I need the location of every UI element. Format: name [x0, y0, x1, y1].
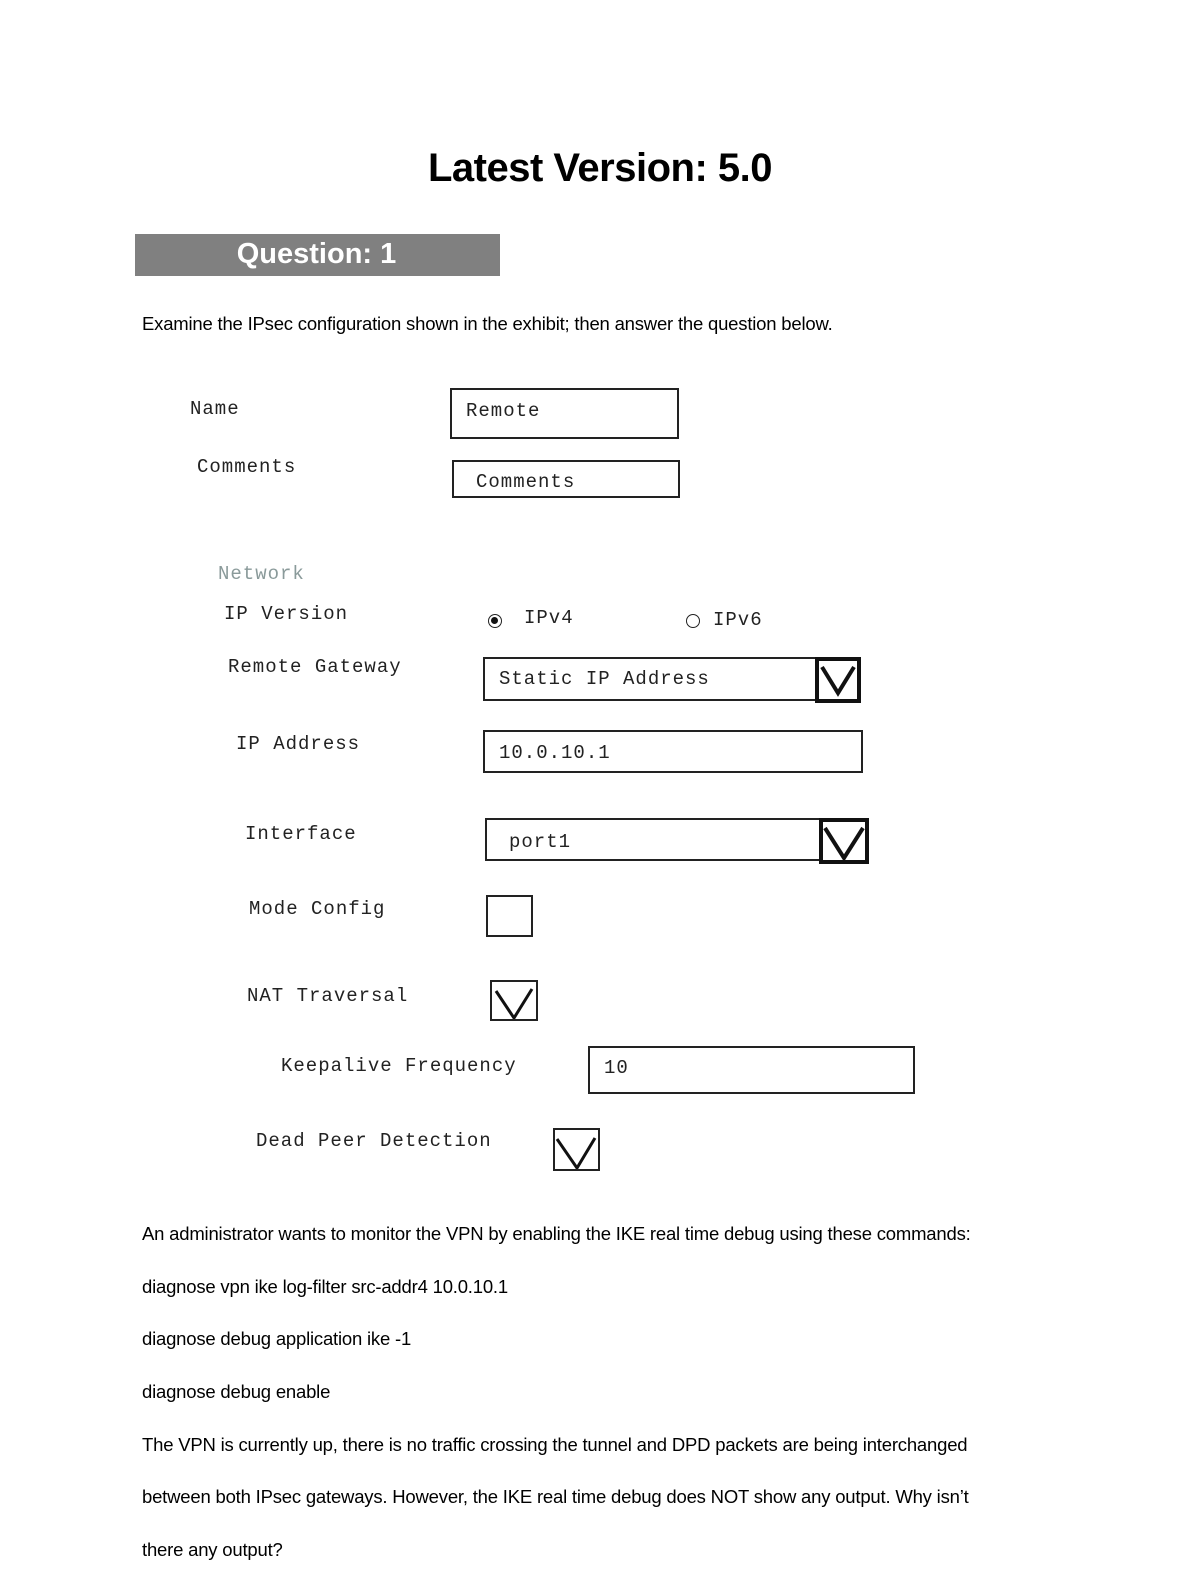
- mode-config-label: Mode Config: [249, 898, 386, 920]
- keepalive-frequency-value: 10: [604, 1057, 629, 1079]
- ipv4-label: IPv4: [524, 607, 574, 629]
- question-body: An administrator wants to monitor the VP…: [142, 1195, 1082, 1589]
- ip-version-label: IP Version: [224, 603, 349, 625]
- name-input[interactable]: Remote: [450, 388, 679, 439]
- ip-address-value: 10.0.10.1: [499, 742, 611, 764]
- keepalive-frequency-label: Keepalive Frequency: [281, 1055, 517, 1077]
- ip-address-input[interactable]: 10.0.10.1: [483, 730, 863, 773]
- chevron-down-icon[interactable]: [819, 818, 869, 864]
- mode-config-checkbox[interactable]: [486, 895, 533, 937]
- command-line: diagnose debug enable: [142, 1381, 331, 1403]
- ip-address-label: IP Address: [236, 733, 361, 755]
- ipv6-radio[interactable]: IPv6: [686, 609, 786, 635]
- radio-unselected-icon: [686, 614, 700, 628]
- comments-label: Comments: [197, 456, 297, 478]
- intro-text: Examine the IPsec configuration shown in…: [142, 313, 833, 334]
- ipv4-radio[interactable]: IPv4: [488, 607, 588, 635]
- command-line: diagnose vpn ike log-filter src-addr4 10…: [142, 1275, 508, 1297]
- page-title: Latest Version: 5.0: [428, 146, 772, 190]
- interface-value: port1: [509, 831, 572, 853]
- name-value: Remote: [466, 400, 541, 422]
- interface-select[interactable]: port1: [485, 818, 869, 864]
- nat-traversal-label: NAT Traversal: [247, 985, 409, 1007]
- remote-gateway-value: Static IP Address: [499, 668, 710, 690]
- network-section-heading: Network: [218, 563, 305, 585]
- remote-gateway-label: Remote Gateway: [228, 656, 402, 678]
- radio-selected-icon: [488, 614, 502, 628]
- chevron-down-icon[interactable]: [815, 657, 861, 703]
- checkmark-icon: [494, 988, 534, 1019]
- question-line: between both IPsec gateways. However, th…: [142, 1486, 969, 1508]
- ipv6-label: IPv6: [713, 609, 763, 631]
- question-line: An administrator wants to monitor the VP…: [142, 1223, 971, 1245]
- question-banner: Question: 1: [135, 234, 500, 276]
- question-number: Question: 1: [236, 238, 397, 270]
- question-line: The VPN is currently up, there is no tra…: [142, 1433, 968, 1455]
- comments-placeholder: Comments: [476, 471, 576, 493]
- dead-peer-detection-checkbox[interactable]: [553, 1128, 600, 1171]
- remote-gateway-select[interactable]: Static IP Address: [483, 657, 861, 703]
- nat-traversal-checkbox[interactable]: [490, 980, 538, 1021]
- name-label: Name: [190, 398, 240, 420]
- comments-input[interactable]: Comments: [452, 460, 680, 498]
- question-line: there any output?: [142, 1538, 283, 1560]
- dead-peer-detection-label: Dead Peer Detection: [256, 1130, 492, 1152]
- keepalive-frequency-input[interactable]: 10: [588, 1046, 915, 1094]
- interface-label: Interface: [245, 823, 357, 845]
- checkmark-icon: [555, 1137, 597, 1169]
- command-line: diagnose debug application ike -1: [142, 1328, 412, 1350]
